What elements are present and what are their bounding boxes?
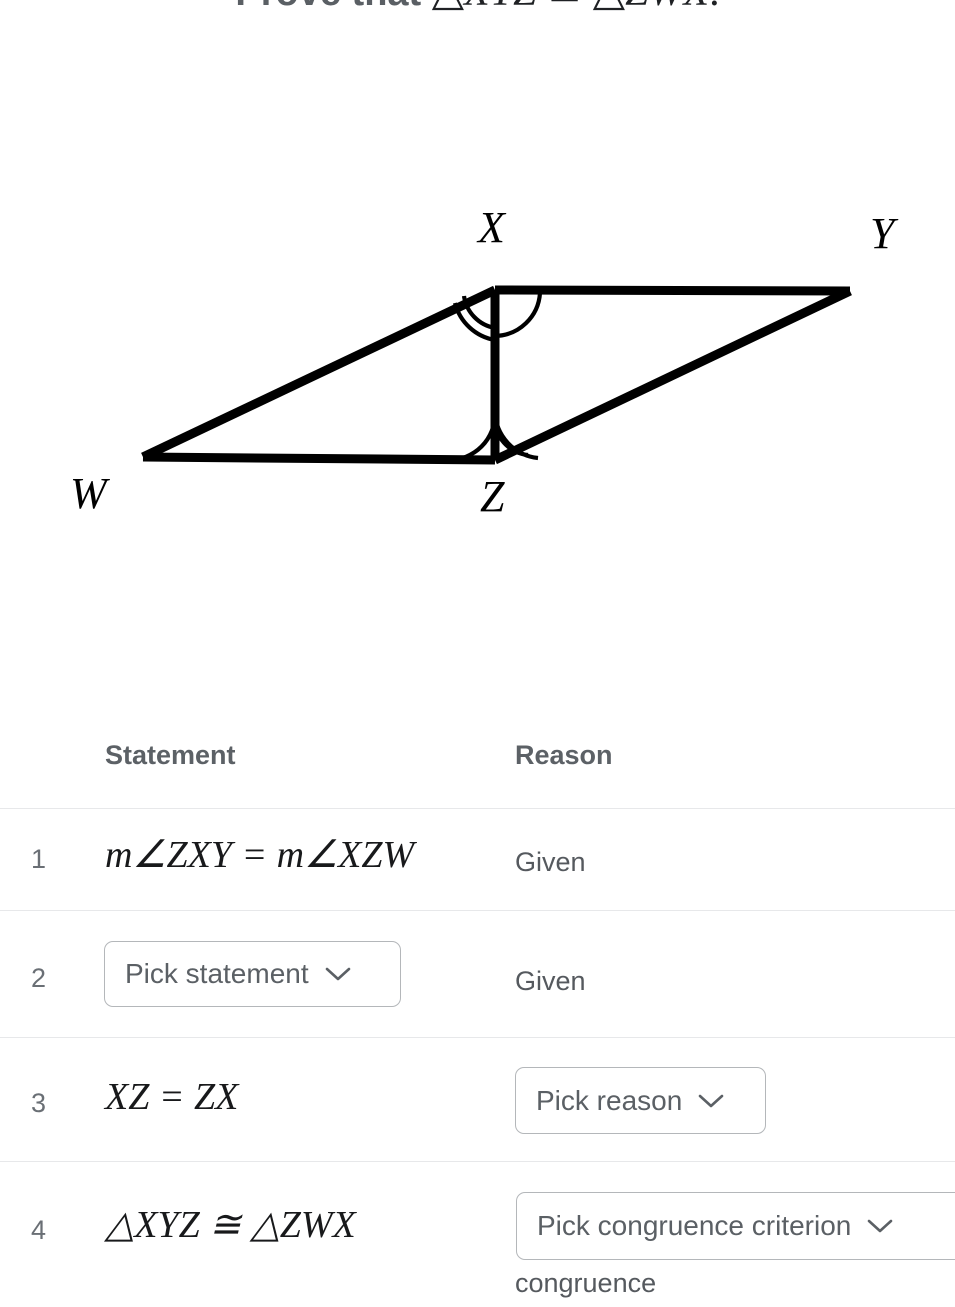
triangle-2-vertices: ZWX (625, 0, 709, 15)
edge-zw (142, 452, 496, 465)
vertex-label-z: Z (480, 472, 505, 521)
congruent-symbol: ≅ (547, 0, 582, 15)
row-number: 1 (31, 844, 47, 874)
statement-cell: XZ = ZX (105, 1078, 238, 1116)
column-header-reason: Reason (515, 740, 613, 770)
triangle-congruence-diagram: X Y W Z (0, 150, 955, 570)
pick-statement-dropdown[interactable]: Pick statement (104, 941, 401, 1007)
chevron-down-icon (698, 1093, 724, 1109)
triangle-symbol-1: △ (432, 0, 464, 15)
angle-arc-zxy (494, 292, 543, 339)
proof-table-header: Statement Reason (0, 722, 955, 808)
table-row: 3 XZ = ZX (0, 1038, 955, 1161)
reason-text-row1: Given (515, 847, 586, 877)
reason-cell: Given (515, 966, 586, 997)
page-title-lead: Prove that (235, 0, 421, 14)
vertex-label-y: Y (870, 209, 895, 258)
pick-reason-dropdown-label: Pick reason (536, 1084, 683, 1116)
pick-congruence-criterion-dropdown-label: Pick congruence criterion (537, 1210, 852, 1241)
pick-reason-dropdown[interactable]: Pick reason (515, 1067, 766, 1134)
title-period: . (709, 0, 720, 15)
triangle-1-vertices: XYZ (464, 0, 536, 15)
row-number: 2 (31, 963, 47, 993)
reason-cell: Given (515, 847, 586, 878)
edge-yz (493, 286, 852, 465)
chevron-down-icon (867, 1218, 893, 1234)
edge-xy (494, 285, 851, 296)
statement-text-row3: XZ = ZX (105, 1076, 239, 1118)
vertex-label-w: W (70, 469, 107, 518)
pick-statement-dropdown-label: Pick statement (125, 958, 309, 989)
row-number: 4 (31, 1215, 47, 1245)
statement-text-row1: m∠ZXY = m∠XZW (105, 834, 415, 876)
triangle-symbol-2: △ (593, 0, 625, 15)
row-number: 3 (31, 1088, 47, 1118)
edge-wx (141, 285, 497, 462)
angle-arc-xzw (448, 413, 498, 463)
column-header-statement: Statement (105, 740, 236, 770)
reason-text-row2: Given (515, 966, 586, 996)
page-title: Prove that △XYZ ≅ △ZWX. (0, 0, 955, 16)
pick-congruence-criterion-dropdown[interactable]: Pick congruence criterion (516, 1192, 955, 1260)
table-row: 1 m∠ZXY = m∠XZW Given (0, 809, 955, 910)
statement-cell: m∠ZXY = m∠XZW (105, 836, 414, 874)
statement-cell: △XYZ ≅ △ZWX (105, 1206, 356, 1244)
chevron-down-icon (325, 966, 351, 982)
diagram-edges (141, 285, 852, 465)
vertex-label-x: X (478, 203, 505, 252)
statement-text-row4: △XYZ ≅ △ZWX (105, 1204, 356, 1246)
congruence-suffix-text: congruence (515, 1268, 657, 1298)
